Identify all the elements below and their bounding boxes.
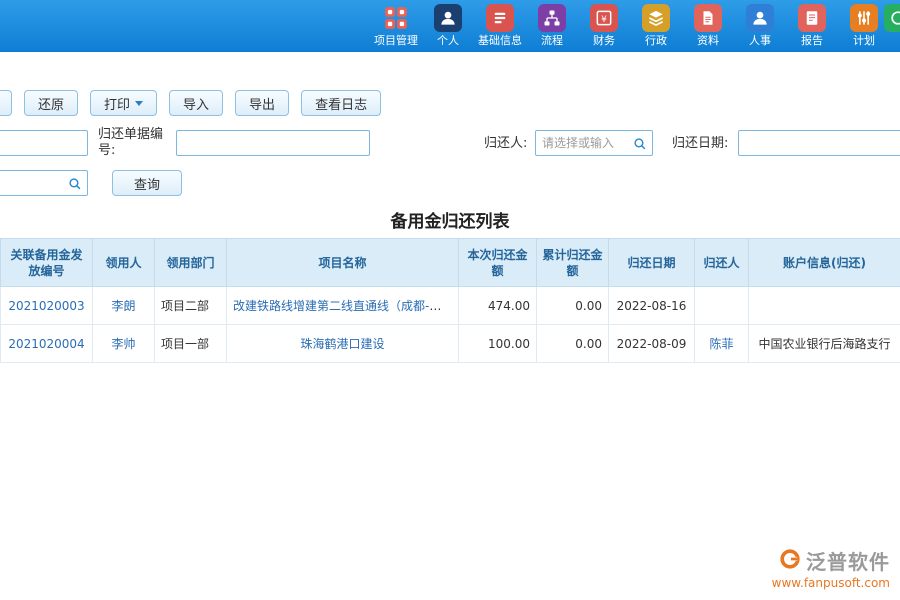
nav-item-label: 人事 xyxy=(749,34,771,47)
partial-icon xyxy=(884,4,900,32)
nav-item-label: 行政 xyxy=(645,34,667,47)
table-cell xyxy=(695,287,749,325)
filter-row-2: 查询 xyxy=(0,170,900,198)
table-cell: 李朗 xyxy=(93,287,155,325)
return-date-input[interactable] xyxy=(738,130,900,156)
top-nav-bar: 项目管理 个人 基础信息 流程 ¥ 财务 行政 资料 xyxy=(0,0,900,52)
chevron-down-icon xyxy=(135,101,143,106)
import-button[interactable]: 导入 xyxy=(169,90,223,116)
admin-icon xyxy=(642,4,670,32)
cell-link[interactable]: 李帅 xyxy=(111,337,135,351)
nav-item-partial[interactable] xyxy=(890,4,900,34)
view-log-button[interactable]: 查看日志 xyxy=(301,90,381,116)
export-button[interactable]: 导出 xyxy=(235,90,289,116)
print-button[interactable]: 打印 xyxy=(90,90,157,116)
column-header: 归还人 xyxy=(695,239,749,287)
filter-row-1: 归还单据编号: 归还人: 归还日期: xyxy=(0,130,900,158)
nav-item-label: 资料 xyxy=(697,34,719,47)
returner-label: 归还人: xyxy=(484,136,527,152)
table-cell: 100.00 xyxy=(459,325,537,363)
search-icon[interactable] xyxy=(68,176,82,195)
return-date-label: 归还日期: xyxy=(672,136,728,152)
cell-link[interactable]: 2021020004 xyxy=(8,337,84,351)
brand-footer: 泛普软件 www.fanpusoft.com xyxy=(772,546,890,590)
column-header: 领用人 xyxy=(93,239,155,287)
cell-link[interactable]: 陈菲 xyxy=(709,337,733,351)
plan-icon xyxy=(850,4,878,32)
nav-item-plan[interactable]: 计划 xyxy=(838,4,890,47)
finance-icon: ¥ xyxy=(590,4,618,32)
brand-name: 泛普软件 xyxy=(806,546,890,575)
restore-button[interactable]: 还原 xyxy=(24,90,78,116)
query-button[interactable]: 查询 xyxy=(112,170,182,196)
nav-item-label: 基础信息 xyxy=(478,34,522,47)
brand-url: www.fanpusoft.com xyxy=(772,576,890,590)
cell-link[interactable]: 李朗 xyxy=(111,299,135,313)
cell-link[interactable]: 2021020003 xyxy=(8,299,84,313)
table-cell: 2021020004 xyxy=(1,325,93,363)
brand-logo-icon xyxy=(779,548,801,574)
search-icon[interactable] xyxy=(633,136,647,155)
return-table: 关联备用金发放编号领用人领用部门项目名称本次归还金额累计归还金额归还日期归还人账… xyxy=(0,238,900,363)
nav-item-documents[interactable]: 资料 xyxy=(682,4,734,47)
nav-item-finance[interactable]: ¥ 财务 xyxy=(578,4,630,47)
truncated-filter-input[interactable] xyxy=(0,130,88,156)
toolbar: 还原 打印 导入 导出 查看日志 xyxy=(0,88,900,118)
nav-item-basic-info[interactable]: 基础信息 xyxy=(474,4,526,47)
table-row: 2021020003 李朗 项目二部改建铁路线增建第二线直通线（成都-西... 474… xyxy=(1,287,900,325)
nav-item-label: 计划 xyxy=(853,34,875,47)
nav-item-workflow[interactable]: 流程 xyxy=(526,4,578,47)
project-management-icon xyxy=(382,4,410,32)
column-header: 领用部门 xyxy=(155,239,227,287)
doc-no-input[interactable] xyxy=(176,130,370,156)
cell-link[interactable]: 珠海鹤港口建设 xyxy=(300,337,384,351)
nav-item-project-management[interactable]: 项目管理 xyxy=(370,4,422,47)
table-cell: 2021020003 xyxy=(1,287,93,325)
column-header: 累计归还金额 xyxy=(537,239,609,287)
nav-item-hr[interactable]: 人事 xyxy=(734,4,786,47)
nav-item-report[interactable]: 报告 xyxy=(786,4,838,47)
column-header: 项目名称 xyxy=(227,239,459,287)
table-cell: 2022-08-09 xyxy=(609,325,695,363)
table-cell: 项目一部 xyxy=(155,325,227,363)
personal-icon xyxy=(434,4,462,32)
nav-item-label: 个人 xyxy=(437,34,459,47)
nav-item-label: 流程 xyxy=(541,34,563,47)
table-cell: 2022-08-16 xyxy=(609,287,695,325)
nav-item-label: 报告 xyxy=(801,34,823,47)
column-header: 关联备用金发放编号 xyxy=(1,239,93,287)
table-header-row: 关联备用金发放编号领用人领用部门项目名称本次归还金额累计归还金额归还日期归还人账… xyxy=(1,239,900,287)
table-cell: 0.00 xyxy=(537,287,609,325)
table-cell xyxy=(749,287,900,325)
table-cell: 0.00 xyxy=(537,325,609,363)
nav-item-admin[interactable]: 行政 xyxy=(630,4,682,47)
column-header: 归还日期 xyxy=(609,239,695,287)
nav-item-label: 财务 xyxy=(593,34,615,47)
nav-item-personal[interactable]: 个人 xyxy=(422,4,474,47)
doc-no-label: 归还单据编号: xyxy=(98,127,170,159)
cell-link[interactable]: 改建铁路线增建第二线直通线（成都-西... xyxy=(233,299,453,313)
column-header: 账户信息(归还) xyxy=(749,239,900,287)
column-header: 本次归还金额 xyxy=(459,239,537,287)
table-cell: 珠海鹤港口建设 xyxy=(227,325,459,363)
page-title: 备用金归还列表 xyxy=(0,207,900,232)
table-cell: 改建铁路线增建第二线直通线（成都-西... xyxy=(227,287,459,325)
nav-item-label: 项目管理 xyxy=(374,34,418,47)
table-cell: 474.00 xyxy=(459,287,537,325)
hr-icon xyxy=(746,4,774,32)
workflow-icon xyxy=(538,4,566,32)
table-cell: 陈菲 xyxy=(695,325,749,363)
table-cell: 项目二部 xyxy=(155,287,227,325)
table-cell: 中国农业银行后海路支行 xyxy=(749,325,900,363)
basic-info-icon xyxy=(486,4,514,32)
svg-text:¥: ¥ xyxy=(601,14,607,25)
table-cell: 李帅 xyxy=(93,325,155,363)
documents-icon xyxy=(694,4,722,32)
table-row: 2021020004 李帅 项目一部 珠海鹤港口建设 100.000.002022-08… xyxy=(1,325,900,363)
truncated-button[interactable] xyxy=(0,90,12,116)
report-icon xyxy=(798,4,826,32)
